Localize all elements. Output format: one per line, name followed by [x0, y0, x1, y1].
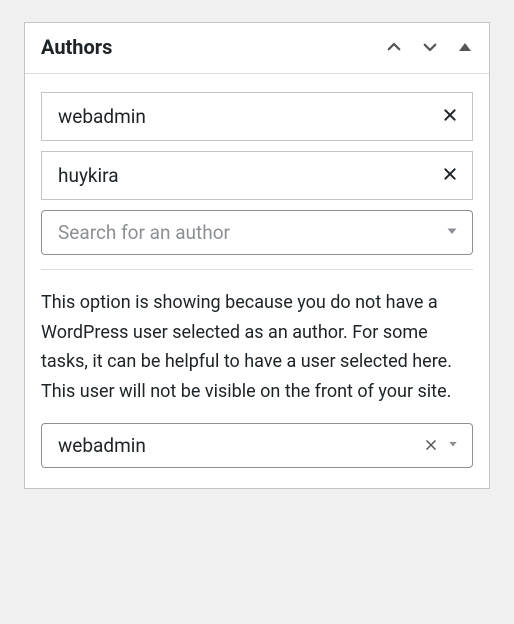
authors-panel: Authors webadmin huykira — [24, 22, 490, 489]
author-search-row: Search for an author — [41, 210, 473, 255]
search-placeholder: Search for an author — [58, 221, 230, 244]
remove-author-icon[interactable] — [442, 165, 458, 187]
dropdown-caret-icon — [448, 439, 458, 451]
author-search-combobox[interactable]: Search for an author — [41, 210, 473, 255]
section-divider — [41, 269, 473, 270]
panel-header: Authors — [25, 23, 489, 74]
move-up-icon[interactable] — [385, 38, 403, 56]
panel-body: webadmin huykira Search for an author Th… — [25, 74, 489, 488]
help-text: This option is showing because you do no… — [41, 288, 473, 407]
clear-selection-icon[interactable] — [424, 435, 438, 455]
panel-controls — [385, 38, 473, 56]
dropdown-caret-icon — [446, 225, 458, 240]
author-name: huykira — [58, 164, 119, 187]
select-controls — [424, 435, 458, 455]
author-chip[interactable]: webadmin — [41, 92, 473, 141]
remove-author-icon[interactable] — [442, 106, 458, 128]
collapse-toggle-icon[interactable] — [457, 39, 473, 55]
author-name: webadmin — [58, 105, 146, 128]
panel-title: Authors — [41, 35, 112, 59]
fallback-author-select[interactable]: webadmin — [41, 423, 473, 468]
author-chip[interactable]: huykira — [41, 151, 473, 200]
fallback-author-value: webadmin — [58, 434, 146, 457]
move-down-icon[interactable] — [421, 38, 439, 56]
